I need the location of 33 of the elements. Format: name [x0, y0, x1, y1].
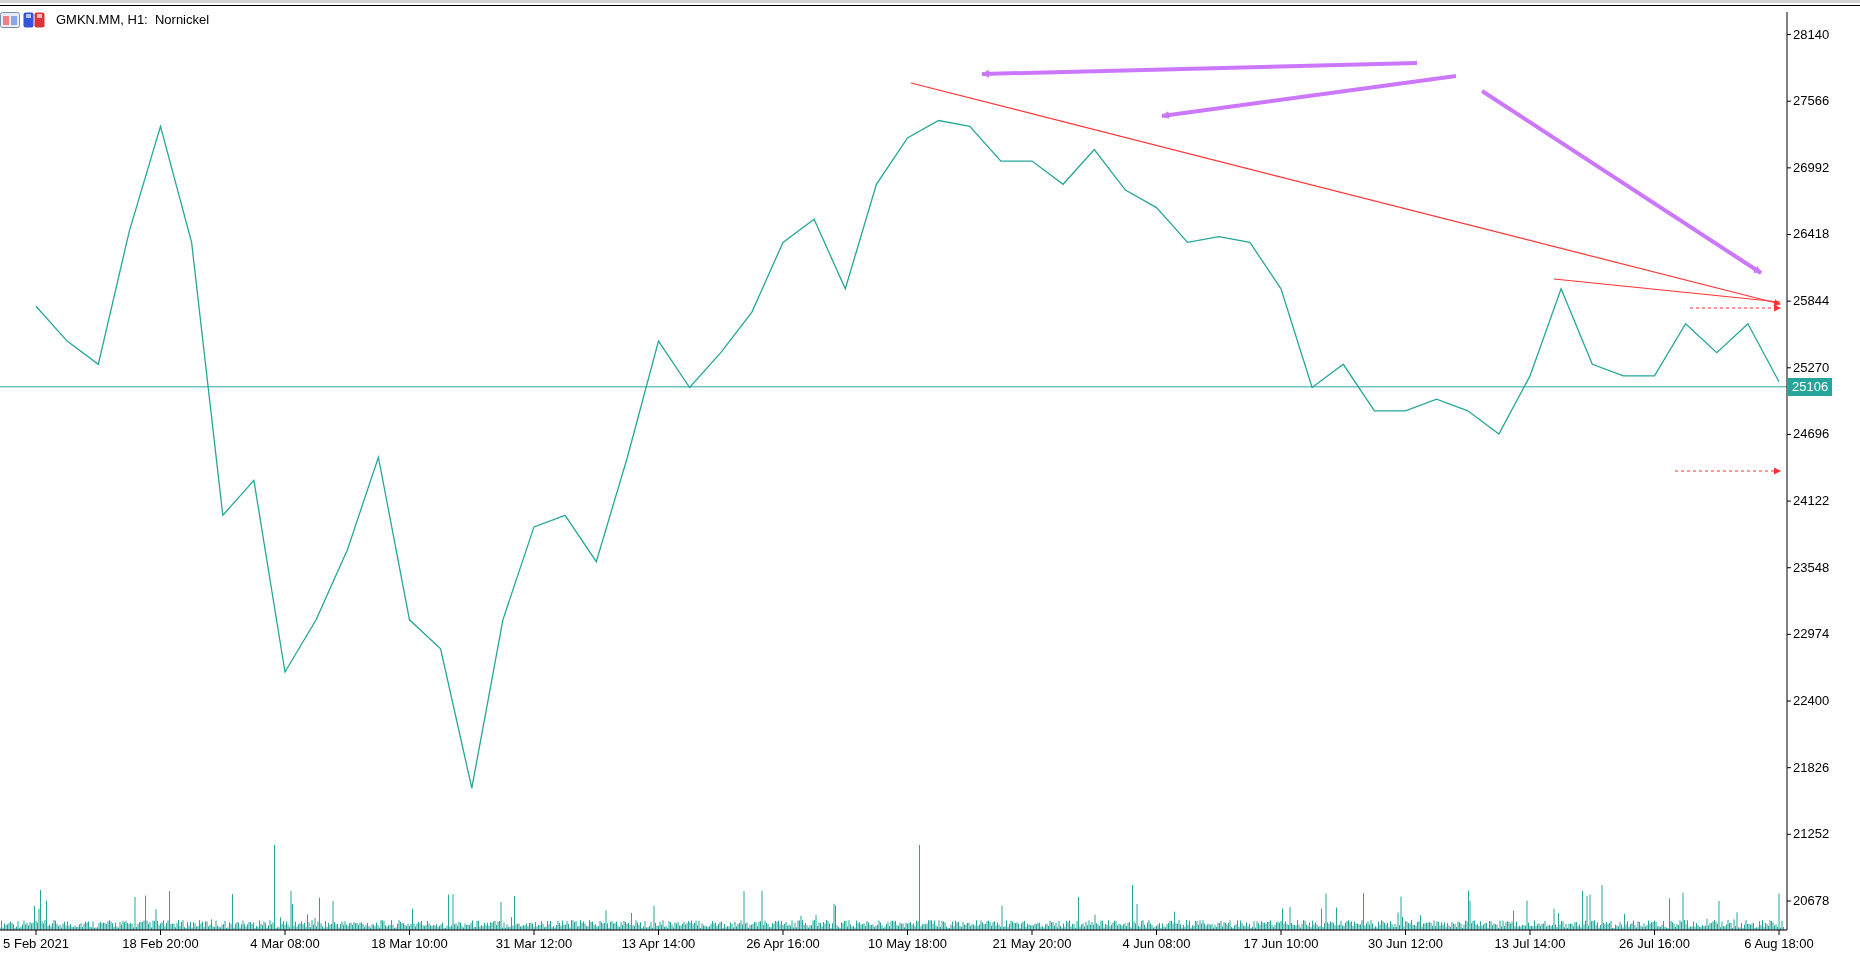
- price-axis-label: 25844: [1793, 293, 1830, 309]
- price-axis-label: 28140: [1793, 26, 1830, 42]
- price-axis-label: 21826: [1793, 759, 1830, 775]
- floppy-icon: [23, 11, 45, 28]
- chart-title: GMKN.MM, H1: Nornickel: [56, 11, 210, 29]
- time-axis-label: 10 May 18:00: [868, 936, 947, 951]
- price-axis-label: 26992: [1793, 159, 1830, 175]
- time-axis-label: 21 May 20:00: [992, 936, 1072, 951]
- time-axis-label: 4 Mar 08:00: [250, 936, 320, 951]
- price-axis-label: 25270: [1793, 359, 1830, 375]
- price-axis-label: 26418: [1793, 226, 1830, 242]
- price-axis-label: 22974: [1793, 626, 1830, 642]
- price-axis-label: 23548: [1793, 559, 1830, 575]
- window-icon: [0, 11, 20, 28]
- price-axis-label: 27566: [1793, 93, 1830, 109]
- time-axis-label: 30 Jun 12:00: [1367, 936, 1444, 951]
- time-axis-label: 13 Jul 14:00: [1494, 936, 1566, 951]
- price-axis-label: 21252: [1793, 826, 1830, 842]
- current-price-tag: 25106: [1788, 377, 1833, 396]
- time-axis-label: 13 Apr 14:00: [621, 936, 696, 951]
- price-axis-label: 24122: [1793, 493, 1830, 509]
- time-axis-label: 4 Jun 08:00: [1122, 936, 1191, 951]
- price-axis-label: 24696: [1793, 426, 1830, 442]
- time-axis-label: 6 Aug 18:00: [1744, 936, 1814, 951]
- price-axis-label: 20678: [1793, 892, 1830, 908]
- time-axis-label: 17 Jun 10:00: [1243, 936, 1319, 951]
- time-axis-label: 26 Jul 16:00: [1619, 936, 1690, 951]
- time-axis-label: 18 Mar 10:00: [371, 936, 448, 951]
- time-axis-label: 26 Apr 16:00: [746, 936, 820, 951]
- price-axis-label: 22400: [1793, 693, 1830, 709]
- time-axis-label: 31 Mar 12:00: [495, 936, 573, 951]
- time-axis-label: 5 Feb 2021: [3, 936, 69, 951]
- time-axis-label: 18 Feb 20:00: [122, 936, 199, 951]
